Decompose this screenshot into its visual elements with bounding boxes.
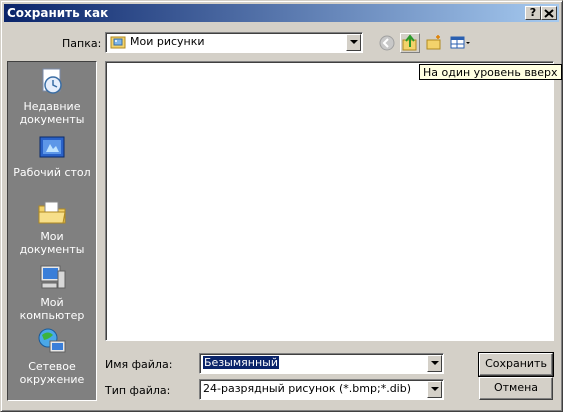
recent-documents-icon bbox=[42, 68, 62, 94]
close-button[interactable] bbox=[541, 6, 557, 20]
new-folder-button[interactable] bbox=[424, 33, 444, 53]
place-label: документы bbox=[19, 113, 85, 126]
my-pictures-folder-icon bbox=[110, 36, 126, 49]
place-label: документы bbox=[19, 243, 85, 256]
up-one-level-button[interactable] bbox=[400, 33, 420, 53]
my-documents-icon bbox=[38, 201, 66, 224]
back-button[interactable] bbox=[377, 33, 397, 53]
place-label: Сетевое bbox=[28, 360, 76, 373]
place-network[interactable]: Сетевое окружение bbox=[8, 326, 96, 386]
dialog-title: Сохранить как bbox=[7, 6, 109, 20]
place-label: компьютер bbox=[19, 309, 85, 322]
network-icon bbox=[38, 328, 66, 353]
filename-input[interactable]: Безымянный bbox=[203, 356, 279, 369]
cancel-button[interactable]: Отмена bbox=[479, 377, 553, 400]
new-folder-icon bbox=[426, 35, 441, 50]
title-bar[interactable]: Сохранить как ? bbox=[4, 4, 559, 22]
view-menu-icon bbox=[450, 36, 470, 49]
folder-value: Мои рисунки bbox=[130, 35, 205, 48]
save-button[interactable]: Сохранить bbox=[478, 352, 554, 377]
filetype-combobox[interactable]: 24-разрядный рисунок (*.bmp;*.dib) bbox=[199, 379, 444, 400]
filetype-dropdown-arrow[interactable] bbox=[427, 381, 442, 398]
filename-label: Имя файла: bbox=[105, 358, 173, 371]
folder-label: Папка: bbox=[62, 37, 102, 50]
filetype-label: Тип файла: bbox=[105, 384, 171, 397]
close-icon bbox=[544, 9, 554, 18]
help-button[interactable]: ? bbox=[525, 6, 541, 20]
place-label: Мой bbox=[40, 296, 64, 309]
place-label: Мои bbox=[40, 230, 64, 243]
view-menu-button[interactable] bbox=[449, 33, 473, 53]
folder-dropdown-arrow[interactable] bbox=[346, 34, 361, 51]
place-label: Рабочий стол bbox=[13, 166, 91, 179]
my-computer-icon bbox=[40, 265, 66, 289]
file-list[interactable] bbox=[105, 61, 554, 341]
folder-combobox[interactable]: Мои рисунки bbox=[105, 32, 363, 53]
place-label: Недавние bbox=[23, 100, 81, 113]
tooltip: На один уровень вверх bbox=[419, 64, 562, 80]
place-my-computer[interactable]: Мой компьютер bbox=[8, 262, 96, 322]
up-folder-icon bbox=[402, 34, 417, 51]
filename-combobox[interactable]: Безымянный bbox=[199, 353, 444, 374]
filetype-value: 24-разрядный рисунок (*.bmp;*.dib) bbox=[203, 382, 412, 395]
back-arrow-icon bbox=[379, 35, 395, 51]
place-label: окружение bbox=[19, 373, 85, 386]
filename-dropdown-arrow[interactable] bbox=[427, 355, 442, 372]
save-as-dialog: Сохранить как ? Папка: Мои рисунки Недав… bbox=[0, 0, 563, 412]
desktop-icon bbox=[39, 136, 65, 158]
place-my-documents[interactable]: Мои документы bbox=[8, 196, 96, 256]
places-bar: Недавние документы Рабочий стол Мои доку… bbox=[7, 61, 97, 401]
place-desktop[interactable]: Рабочий стол bbox=[8, 132, 96, 179]
place-recent-documents[interactable]: Недавние документы bbox=[8, 66, 96, 126]
